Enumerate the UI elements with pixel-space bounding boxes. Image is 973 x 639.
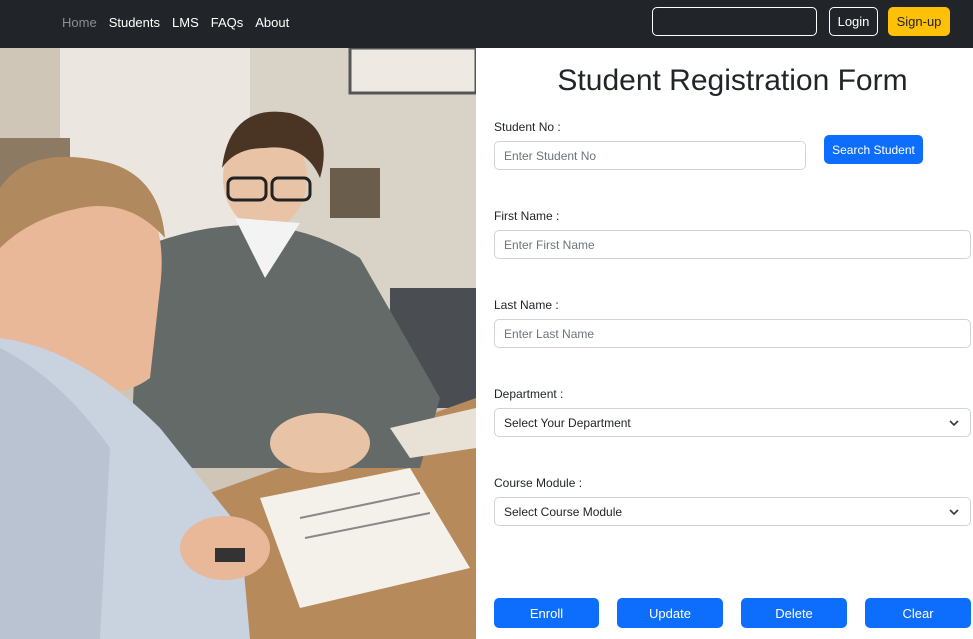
signup-button[interactable]: Sign-up [888, 7, 950, 36]
chevron-down-icon [949, 420, 959, 427]
nav-link-faqs[interactable]: FAQs [211, 15, 244, 30]
student-no-input[interactable]: Enter Student No [494, 141, 806, 170]
nav-link-about[interactable]: About [255, 15, 289, 30]
nav-links: Home Students LMS FAQs About [62, 0, 289, 44]
nav-link-lms[interactable]: LMS [172, 15, 199, 30]
course-module-select-value: Select Course Module [504, 504, 623, 519]
update-button[interactable]: Update [617, 598, 723, 628]
department-select-value: Select Your Department [504, 415, 631, 430]
hero-image [0, 48, 476, 639]
top-navbar: Home Students LMS FAQs About Login Sign-… [0, 0, 973, 48]
search-student-button[interactable]: Search Student [824, 135, 923, 164]
department-select[interactable]: Select Your Department [494, 408, 971, 437]
delete-button[interactable]: Delete [741, 598, 847, 628]
last-name-label: Last Name : [494, 298, 559, 312]
login-button[interactable]: Login [829, 7, 878, 36]
students-studying-illustration [0, 48, 476, 639]
student-no-label: Student No : [494, 120, 561, 134]
clear-button[interactable]: Clear [865, 598, 971, 628]
enroll-button[interactable]: Enroll [494, 598, 599, 628]
form-title: Student Registration Form [557, 64, 908, 97]
course-module-select[interactable]: Select Course Module [494, 497, 971, 526]
nav-link-students[interactable]: Students [109, 15, 160, 30]
nav-link-home[interactable]: Home [62, 15, 97, 30]
nav-search-input[interactable] [652, 7, 817, 36]
course-module-label: Course Module : [494, 476, 583, 490]
last-name-input[interactable]: Enter Last Name [494, 319, 971, 348]
chevron-down-icon [949, 509, 959, 516]
department-label: Department : [494, 387, 564, 401]
first-name-label: First Name : [494, 209, 560, 223]
first-name-input[interactable]: Enter First Name [494, 230, 971, 259]
